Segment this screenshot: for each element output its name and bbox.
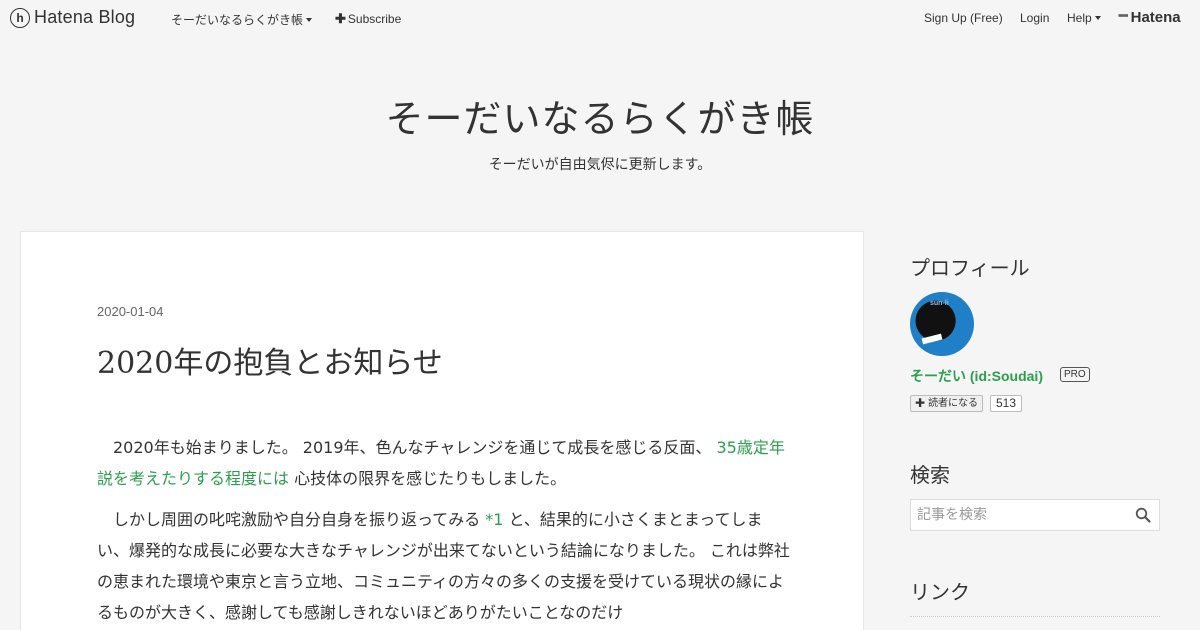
avatar-text: sun-li [930,300,949,307]
footnote-link[interactable]: *1 [485,510,503,529]
caret-down-icon [1094,16,1101,20]
help-label: Help [1067,11,1092,25]
hatena-blog-logo-icon: h [10,7,30,28]
entry-title[interactable]: 2020年の抱負とお知らせ [97,338,443,382]
blog-menu-dropdown[interactable]: そーだいなるらくがき帳 [171,11,313,28]
caret-down-icon [306,17,313,22]
hatena-logo[interactable]: ⁼⁼ Hatena [1118,9,1181,26]
reader-button-label: 読者になる [928,398,979,409]
subscribe-reader-button[interactable]: ✚ 読者になる [910,395,984,412]
reader-count: 513 [990,395,1023,412]
avatar[interactable]: sun-li [910,292,974,356]
entry-text: 心技体の限界を感じたりもしました。 [289,469,567,488]
entry-date[interactable]: 2020-01-04 [97,304,164,319]
blog-title[interactable]: そーだいなるらくがき帳 [0,88,1200,143]
plus-icon: ✚ [915,396,926,410]
pro-badge: PRO [1060,367,1090,382]
subscribe-button[interactable]: ✚ Subscribe [335,11,401,27]
divider [910,616,1160,617]
article-card: 2020-01-04 2020年の抱負とお知らせ 2020年も始まりました。 2… [20,231,864,630]
entry-text: 2020年も始まりました。 2019年、色んなチャレンジを通じて成長を感じる反面… [113,438,717,457]
entry-text: しかし周囲の叱咤激励や自分自身を振り返ってみる [113,510,486,529]
search-form [910,499,1160,531]
search-input[interactable] [911,500,1131,530]
global-header: h Hatena Blog そーだいなるらくがき帳 ✚ Subscribe Si… [0,0,1200,36]
plus-icon: ✚ [335,11,346,26]
profile-module-title: プロフィール [910,256,1030,280]
entry-paragraph: しかし周囲の叱咤激励や自分自身を振り返ってみる *1 と、結果的に小さくまとまっ… [97,504,791,628]
entry-paragraph: 2020年も始まりました。 2019年、色んなチャレンジを通じて成長を感じる反面… [97,432,791,494]
hatena-mark-icon: ⁼⁼ [1118,12,1129,24]
blog-menu-label: そーだいなるらくがき帳 [171,13,304,27]
help-dropdown[interactable]: Help [1067,11,1101,25]
hatena-blog-logo[interactable]: h Hatena Blog [10,7,135,28]
blog-description: そーだいが自由気侭に更新します。 [488,157,712,173]
signup-link[interactable]: Sign Up (Free) [924,11,1003,25]
profile-name-link[interactable]: そーだい (id:Soudai) [910,366,1043,386]
entry-body: 2020年も始まりました。 2019年、色んなチャレンジを通じて成長を感じる反面… [97,432,791,630]
brand-name: Hatena Blog [34,7,136,27]
link-module-title: リンク [910,580,970,604]
login-link[interactable]: Login [1020,11,1049,25]
hatena-label: Hatena [1130,9,1181,26]
subscribe-label: Subscribe [347,12,402,26]
search-icon[interactable] [1135,507,1151,523]
avatar-decoration [921,333,943,345]
search-module-title: 検索 [910,463,950,487]
